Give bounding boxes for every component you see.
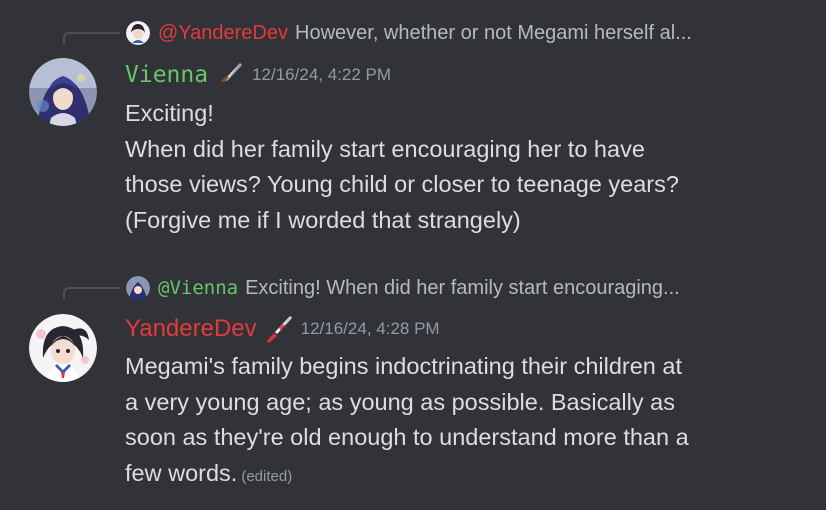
- reply-mention[interactable]: @Vienna: [158, 277, 238, 299]
- yanderedev-avatar[interactable]: [29, 314, 97, 382]
- vienna-mini-avatar: [126, 276, 150, 300]
- reply-spine: [63, 287, 120, 299]
- message-line: Megami's family begins indoctrinating th…: [125, 353, 683, 379]
- message-line: When did her family start encouraging he…: [125, 135, 645, 162]
- timestamp[interactable]: 12/16/24, 4:28 PM: [301, 319, 440, 339]
- dagger-icon: [218, 63, 243, 88]
- reply-preview[interactable]: @Vienna Exciting! When did her family st…: [126, 276, 786, 300]
- knife-icon: [265, 316, 292, 343]
- author-name[interactable]: Vienna: [125, 61, 208, 89]
- author-name[interactable]: YandereDev: [125, 315, 257, 343]
- reply-mention[interactable]: @YandereDev: [158, 22, 288, 45]
- reply-text: However, whether or not Megami herself a…: [295, 21, 692, 44]
- message-line: Exciting!: [125, 100, 214, 126]
- message-line-last: few words. (edited): [125, 456, 775, 495]
- message-content: Megami's family begins indoctrinating th…: [125, 349, 775, 494]
- message-vienna: @YandereDev However, whether or not Mega…: [0, 0, 826, 250]
- message-header: Vienna 12/16/24, 4:22 PM: [125, 60, 391, 90]
- message-line: a very young age; as young as possible. …: [125, 388, 675, 415]
- yanderedev-mini-avatar: [126, 21, 150, 45]
- message-line: (Forgive me if I worded that strangely): [125, 206, 521, 233]
- message-yanderedev: @Vienna Exciting! When did her family st…: [0, 250, 826, 510]
- message-line: those views? Young child or closer to te…: [125, 171, 679, 197]
- message-header: YandereDev 12/16/24, 4:28 PM: [125, 314, 440, 344]
- message-line: few words.: [125, 459, 238, 486]
- vienna-avatar[interactable]: [29, 58, 97, 126]
- message-content: Exciting! When did her family start enco…: [125, 96, 775, 238]
- timestamp[interactable]: 12/16/24, 4:22 PM: [252, 65, 391, 85]
- reply-spine: [63, 32, 120, 44]
- reply-preview[interactable]: @YandereDev However, whether or not Mega…: [126, 21, 786, 45]
- edited-label[interactable]: (edited): [241, 468, 292, 485]
- reply-text: Exciting! When did her family start enco…: [245, 276, 680, 299]
- message-line: soon as they're old enough to understand…: [125, 424, 689, 450]
